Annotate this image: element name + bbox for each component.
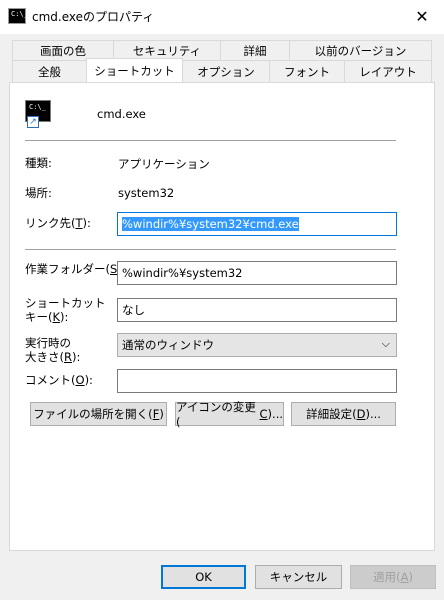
- tab-general[interactable]: 全般: [12, 60, 87, 82]
- access-key: T: [75, 216, 83, 230]
- tab-label: ショートカット: [94, 63, 175, 78]
- label-text: ):: [84, 373, 93, 387]
- tab-options[interactable]: オプション: [182, 60, 270, 82]
- shortcut-name: cmd.exe: [97, 107, 146, 121]
- separator: [25, 140, 396, 141]
- shortcutkey-label: ショートカット キー(K):: [25, 296, 106, 324]
- button-text: 詳細設定(: [306, 407, 357, 421]
- location-label: 場所:: [25, 186, 52, 200]
- target-label: リンク先(T):: [25, 216, 91, 230]
- button-text: ファイルの場所を開く(: [33, 407, 153, 421]
- button-text: )...: [365, 407, 381, 421]
- type-value: アプリケーション: [118, 157, 210, 171]
- workdir-label: 作業フォルダー(S):: [25, 262, 126, 276]
- tab-label: セキュリティ: [132, 43, 202, 58]
- target-value: %windir%¥system32¥cmd.exe: [122, 217, 299, 231]
- run-size-value: 通常のウィンドウ: [122, 338, 214, 352]
- tab-security[interactable]: セキュリティ: [113, 40, 221, 60]
- label-text: キー(: [25, 310, 53, 324]
- label-text: ):: [60, 310, 69, 324]
- tab-previous-versions[interactable]: 以前のバージョン: [289, 40, 432, 60]
- separator: [25, 249, 396, 250]
- close-button[interactable]: ✕: [400, 0, 444, 32]
- target-field[interactable]: %windir%¥system32¥cmd.exe: [117, 212, 397, 236]
- shortcutkey-field[interactable]: なし: [117, 298, 397, 322]
- label-text: 実行時の: [25, 336, 71, 350]
- tab-label: 以前のバージョン: [314, 43, 407, 58]
- label-text: ショートカット: [25, 296, 106, 310]
- tab-label: 全般: [38, 64, 61, 79]
- tab-label: オプション: [197, 64, 255, 79]
- tab-shortcut[interactable]: ショートカット: [86, 58, 183, 82]
- ok-button[interactable]: OK: [161, 565, 246, 589]
- access-key: O: [75, 373, 85, 387]
- access-key: R: [64, 350, 72, 364]
- tab-label: 詳細: [243, 43, 267, 58]
- access-key: A: [400, 570, 409, 584]
- button-text: 適用(: [373, 570, 401, 584]
- run-size-select[interactable]: 通常のウィンドウ ⌵: [117, 333, 397, 357]
- button-text: )...: [267, 407, 283, 421]
- workdir-value: %windir%¥system32: [122, 266, 243, 280]
- label-text: ):: [72, 350, 81, 364]
- label-text: リンク先(: [25, 216, 76, 230]
- tab-label: 画面の色: [40, 43, 86, 58]
- tab-details[interactable]: 詳細: [220, 40, 290, 60]
- change-icon-button[interactable]: アイコンの変更(C)...: [175, 400, 284, 429]
- tab-label: フォント: [284, 64, 330, 79]
- tab-layout[interactable]: レイアウト: [344, 60, 432, 82]
- comment-label: コメント(O):: [25, 373, 93, 387]
- access-key: F: [152, 407, 160, 421]
- location-value: system32: [118, 186, 175, 200]
- run-label: 実行時の 大きさ(R):: [25, 336, 80, 364]
- window-title: cmd.exeのプロパティ: [32, 10, 155, 24]
- tab-label: レイアウト: [359, 64, 417, 79]
- access-key: K: [52, 310, 61, 324]
- chevron-down-icon: ⌵: [381, 337, 390, 350]
- shortcutkey-value: なし: [122, 303, 145, 317]
- access-key: C: [259, 407, 268, 421]
- open-file-location-button[interactable]: ファイルの場所を開く(F): [30, 402, 167, 426]
- type-label: 種類:: [25, 156, 52, 170]
- button-text: ): [159, 407, 164, 421]
- cancel-button[interactable]: キャンセル: [255, 565, 342, 589]
- access-key: D: [356, 407, 366, 421]
- cmd-icon-text: C:\_: [11, 10, 28, 18]
- tab-font[interactable]: フォント: [269, 60, 345, 82]
- workdir-field[interactable]: %windir%¥system32: [117, 261, 397, 285]
- cmd-app-icon: C:\_: [8, 8, 28, 24]
- comment-field[interactable]: [117, 369, 397, 393]
- button-text: アイコンの変更(: [176, 400, 256, 429]
- tab-screen-colors[interactable]: 画面の色: [12, 40, 114, 60]
- label-text: ):: [82, 216, 91, 230]
- advanced-button[interactable]: 詳細設定(D)...: [291, 402, 396, 426]
- label-text: 大きさ(: [25, 350, 64, 364]
- button-text: ): [408, 570, 413, 584]
- apply-button[interactable]: 適用(A): [350, 565, 436, 589]
- close-icon: ✕: [415, 6, 429, 26]
- label-text: コメント(: [25, 373, 76, 387]
- label-text: 作業フォルダー(: [25, 262, 110, 276]
- shortcut-arrow-icon: ↗: [27, 116, 39, 128]
- title-bar: C:\_ cmd.exeのプロパティ ✕: [0, 0, 444, 34]
- cmd-icon-text: C:\_: [29, 103, 46, 111]
